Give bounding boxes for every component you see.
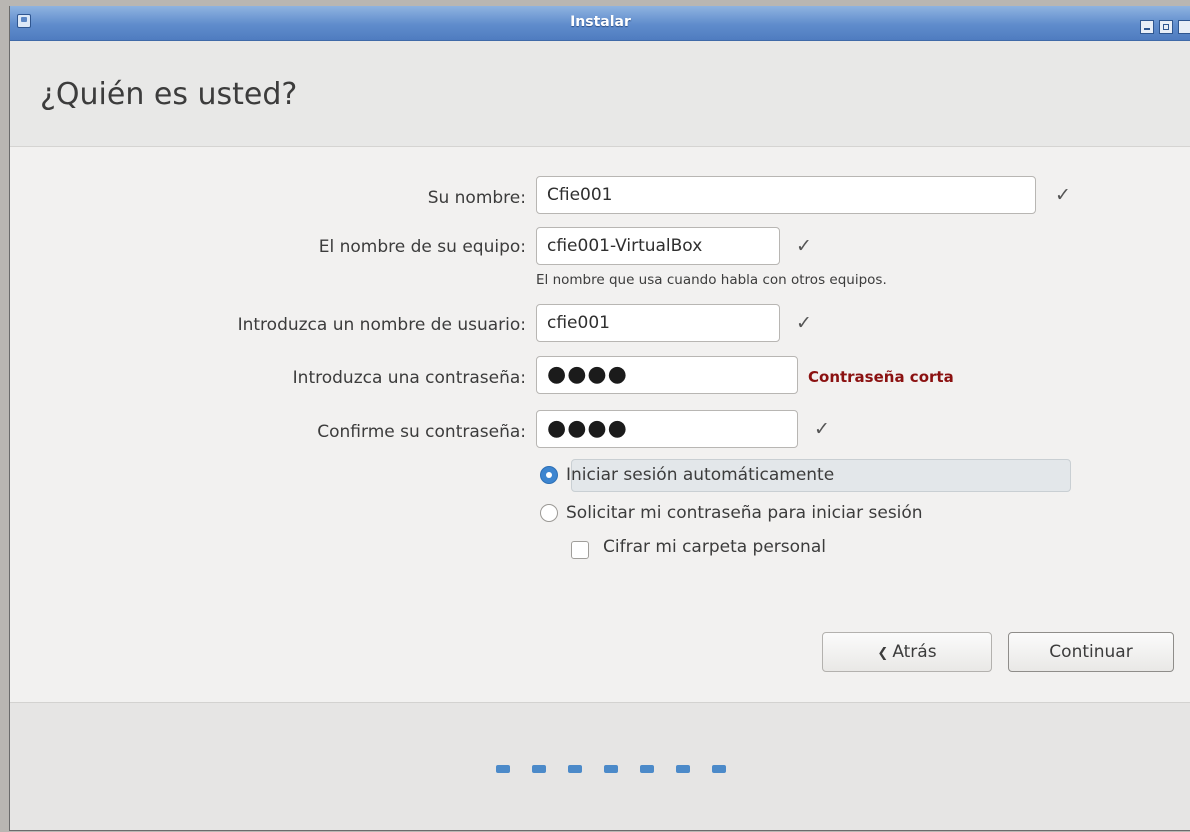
name-valid-check-icon: ✓ [1055,184,1071,206]
progress-step-7 [712,765,726,773]
maximize-icon[interactable] [1159,20,1173,34]
window-title: Instalar [570,14,631,30]
username-valid-check-icon: ✓ [796,312,812,334]
minimize-icon[interactable] [1140,20,1154,34]
continue-button-label: Continuar [1049,642,1133,662]
radio-selected-icon[interactable] [540,466,558,484]
password-field[interactable]: ●●●● [536,356,798,394]
confirm-password-field[interactable]: ●●●● [536,410,798,448]
computer-name-hint: El nombre que usa cuando habla con otros… [536,272,887,288]
confirm-password-label: Confirme su contraseña: [317,422,526,442]
require-password-label: Solicitar mi contraseña para iniciar ses… [566,503,923,523]
encrypt-home-checkbox[interactable] [571,541,589,559]
back-button[interactable]: ❮ Atrás [822,632,992,672]
progress-step-2 [532,765,546,773]
progress-step-6 [676,765,690,773]
close-icon[interactable] [1178,20,1190,34]
radio-unselected-icon[interactable] [540,504,558,522]
name-label: Su nombre: [427,188,526,208]
encrypt-home-label: Cifrar mi carpeta personal [603,537,826,557]
progress-step-4 [604,765,618,773]
page-header: ¿Quién es usted? [10,41,1190,147]
continue-button[interactable]: Continuar [1008,632,1174,672]
page-title: ¿Quién es usted? [40,77,298,112]
username-label: Introduzca un nombre de usuario: [237,315,526,335]
auto-login-label: Iniciar sesión automáticamente [566,465,835,485]
username-field[interactable] [536,304,780,342]
name-field[interactable] [536,176,1036,214]
confirm-password-valid-check-icon: ✓ [814,418,830,440]
computer-name-field[interactable] [536,227,780,265]
computer-name-label: El nombre de su equipo: [318,237,526,257]
progress-step-1 [496,765,510,773]
progress-step-3 [568,765,582,773]
password-label: Introduzca una contraseña: [292,368,526,388]
title-bar[interactable]: Instalar [10,6,1190,41]
chevron-left-icon: ❮ [877,646,889,661]
back-button-label: Atrás [892,642,937,662]
computer-name-valid-check-icon: ✓ [796,235,812,257]
progress-step-5 [640,765,654,773]
password-strength-warning: Contraseña corta [808,368,954,386]
footer [10,702,1190,830]
installer-window: Instalar ¿Quién es usted? Su nombre: ✓ E… [9,6,1190,831]
